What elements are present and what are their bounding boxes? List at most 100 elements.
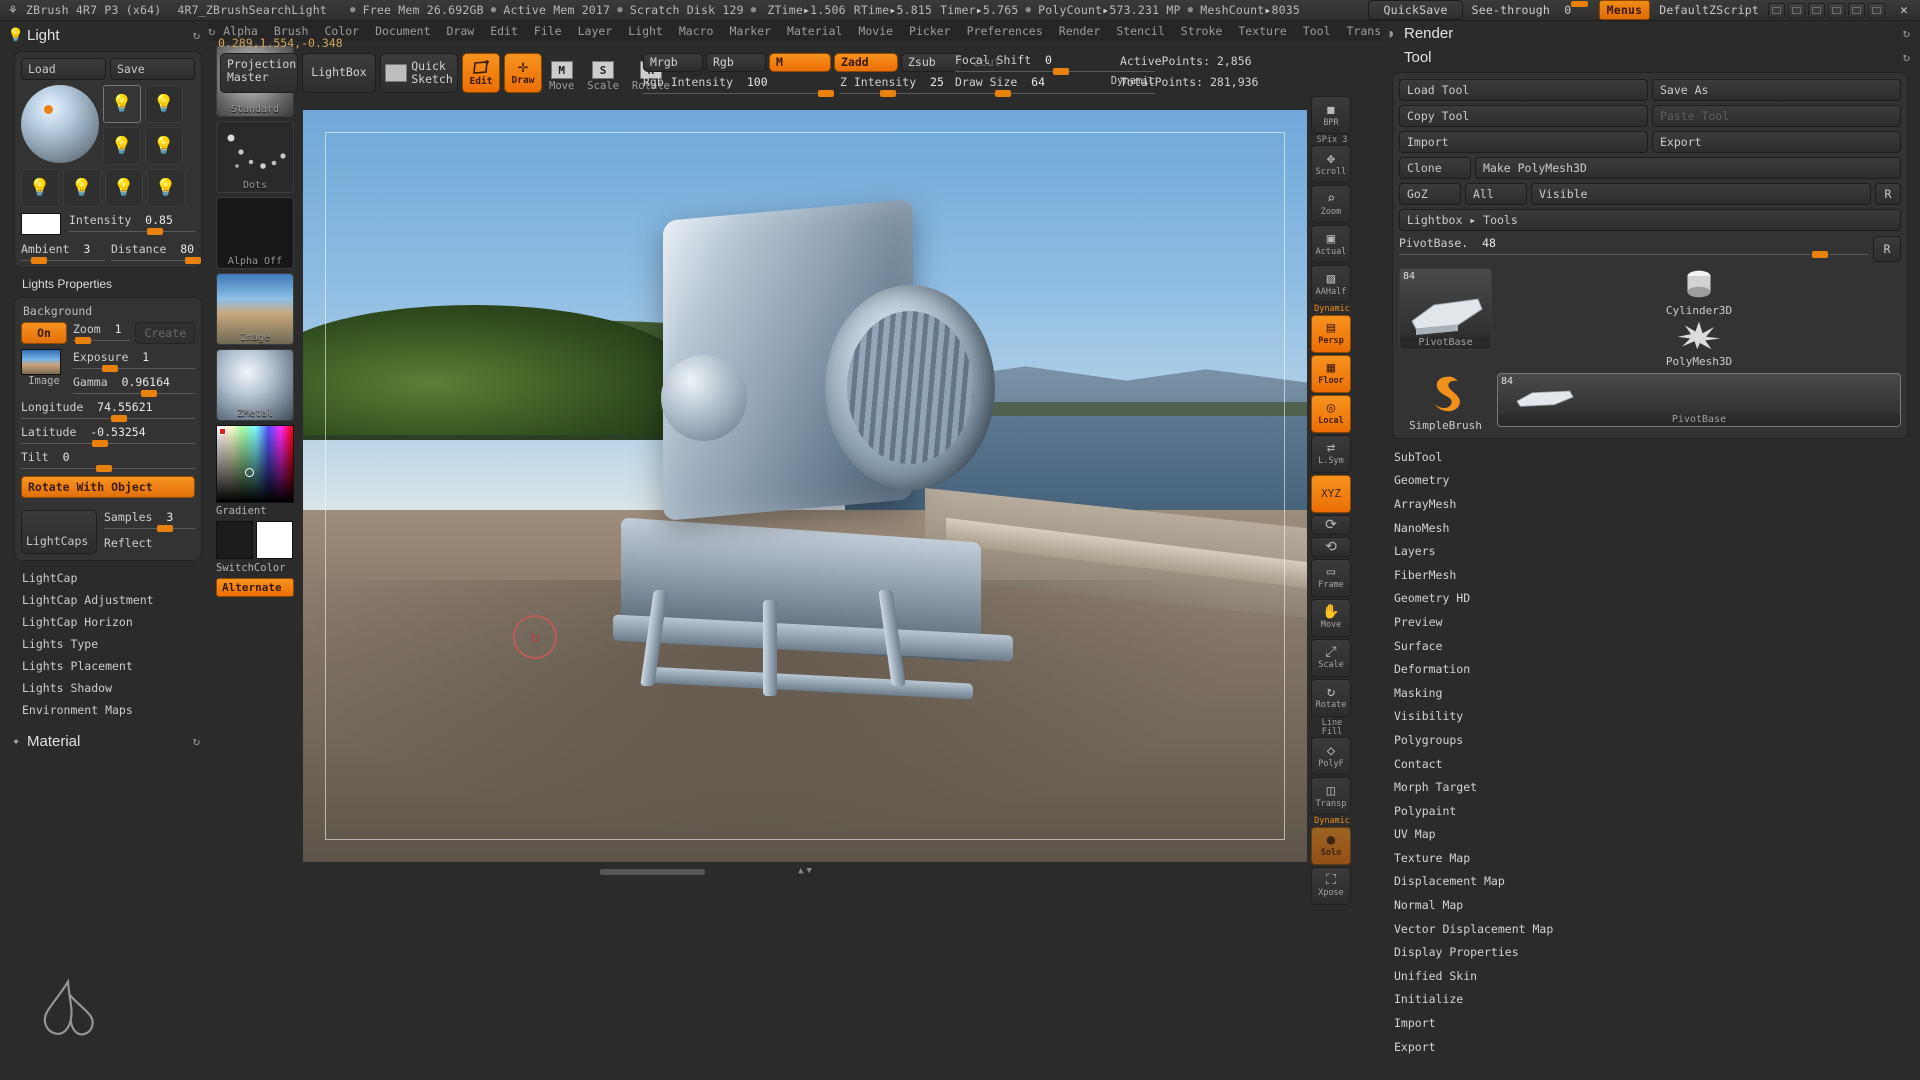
zsub-button[interactable]: Zsub	[901, 53, 963, 72]
actual-button[interactable]: ▣ Actual	[1311, 225, 1351, 264]
submenu-texture-map[interactable]: Texture Map	[1394, 846, 1920, 870]
exposure-slider[interactable]: Exposure 1	[73, 350, 195, 372]
menu-preferences[interactable]: Preferences	[959, 22, 1051, 40]
axis-button-1[interactable]: ⟳	[1311, 514, 1351, 535]
visible-r-button[interactable]: R	[1875, 183, 1901, 205]
load-tool-button[interactable]: Load Tool	[1399, 79, 1648, 101]
longitude-track[interactable]	[21, 415, 195, 422]
latitude-track[interactable]	[21, 440, 195, 447]
render-reset-icon[interactable]: ↻	[1903, 26, 1910, 40]
render-palette-header[interactable]: ◗ Render ↻	[1382, 21, 1920, 45]
menu-stroke[interactable]: Stroke	[1173, 22, 1231, 40]
see-through-knob[interactable]	[1571, 1, 1589, 7]
save-light-button[interactable]: Save	[110, 58, 195, 80]
submenu-lightcap-horizon[interactable]: LightCap Horizon	[22, 611, 208, 633]
exposure-track[interactable]	[73, 365, 195, 372]
scale-tool[interactable]: S Scale	[587, 61, 619, 92]
dynamic-nav-label-2[interactable]: Dynamic	[1311, 817, 1353, 827]
submenu-displacement-map[interactable]: Displacement Map	[1394, 870, 1920, 894]
light-slot-8[interactable]: 💡	[147, 169, 185, 207]
rgb-intensity-track[interactable]	[643, 90, 834, 97]
menu-layer[interactable]: Layer	[570, 22, 621, 40]
intensity-slider[interactable]: Intensity 0.85	[69, 213, 195, 235]
dynamic-nav-label[interactable]: Dynamic	[1311, 304, 1353, 314]
light-color-swatch[interactable]	[21, 213, 61, 235]
zadd-button[interactable]: Zadd	[834, 53, 898, 72]
submenu-visibility[interactable]: Visibility	[1394, 705, 1920, 729]
submenu-environment-maps[interactable]: Environment Maps	[22, 699, 208, 721]
submenu-polygroups[interactable]: Polygroups	[1394, 728, 1920, 752]
light-slot-7[interactable]: 💡	[105, 169, 143, 207]
sculpt-model[interactable]	[603, 170, 1033, 810]
submenu-masking[interactable]: Masking	[1394, 681, 1920, 705]
light-slot-4[interactable]: 💡	[145, 127, 183, 165]
scroll-down-icon[interactable]: ▼	[807, 866, 812, 876]
gamma-knob[interactable]	[141, 390, 158, 397]
pivotbase-track[interactable]	[1399, 251, 1868, 258]
submenu-lights-type[interactable]: Lights Type	[22, 633, 208, 655]
submenu-geometry-hd[interactable]: Geometry HD	[1394, 587, 1920, 611]
transp-button[interactable]: ◫ Transp	[1311, 777, 1351, 816]
latitude-slider[interactable]: Latitude -0.53254	[21, 425, 195, 447]
rgb-intensity-slider[interactable]: Rgb Intensity 100	[643, 75, 834, 97]
background-image-thumb[interactable]	[21, 349, 61, 375]
alternate-button[interactable]: Alternate	[216, 578, 294, 597]
light-slot-2[interactable]: 💡	[145, 85, 183, 123]
samples-track[interactable]	[104, 525, 195, 532]
menu-macro[interactable]: Macro	[671, 22, 722, 40]
clone-button[interactable]: Clone	[1399, 157, 1471, 179]
make-polymesh3d-button[interactable]: Make PolyMesh3D	[1475, 157, 1901, 179]
load-light-button[interactable]: Load	[21, 58, 106, 80]
quicksave-button[interactable]: QuickSave	[1368, 0, 1463, 20]
axis-button-2[interactable]: ⟲	[1311, 536, 1351, 557]
local-button[interactable]: ◎ Local	[1311, 394, 1351, 433]
lightbox-button[interactable]: LightBox	[302, 53, 376, 93]
menu-draw[interactable]: Draw	[439, 22, 483, 40]
menu-movie[interactable]: Movie	[850, 22, 901, 40]
submenu-morph-target[interactable]: Morph Target	[1394, 775, 1920, 799]
projection-master-button[interactable]: Projection Master	[220, 53, 298, 93]
tool-thumb-pivotbase[interactable]: 84 PivotBase	[1497, 373, 1901, 427]
submenu-normal-map[interactable]: Normal Map	[1394, 893, 1920, 917]
samples-knob[interactable]	[156, 525, 173, 532]
pivotbase-knob[interactable]	[1811, 251, 1828, 258]
light-slot-3[interactable]: 💡	[103, 127, 141, 165]
polyf-button[interactable]: ◇ PolyF	[1311, 737, 1351, 776]
stroke-dots-thumb[interactable]: Dots	[216, 121, 294, 193]
longitude-slider[interactable]: Longitude 74.55621	[21, 400, 195, 422]
columns-icon[interactable]	[1827, 2, 1845, 18]
bpr-button[interactable]: ◼ BPR	[1311, 96, 1351, 134]
latitude-knob[interactable]	[92, 440, 109, 447]
submenu-surface[interactable]: Surface	[1394, 634, 1920, 658]
submenu-lightcap[interactable]: LightCap	[22, 567, 208, 589]
menus-button[interactable]: Menus	[1598, 0, 1651, 20]
scale-nav-button[interactable]: ⤢ Scale	[1311, 638, 1351, 677]
bg-zoom-knob[interactable]	[75, 337, 92, 344]
focal-shift-knob[interactable]	[1053, 68, 1069, 75]
secondary-color-swatch[interactable]	[256, 521, 293, 559]
light-slot-5[interactable]: 💡	[21, 169, 59, 207]
gamma-track[interactable]	[73, 390, 195, 397]
submenu-subtool[interactable]: SubTool	[1394, 445, 1920, 469]
submenu-lights-shadow[interactable]: Lights Shadow	[22, 677, 208, 699]
spix-label[interactable]: SPix 3	[1311, 135, 1353, 145]
tilt-track[interactable]	[21, 465, 195, 472]
z-intensity-knob[interactable]	[879, 90, 896, 97]
menu-render[interactable]: Render	[1051, 22, 1109, 40]
menu-edit[interactable]: Edit	[482, 22, 526, 40]
light-preview-sphere[interactable]	[21, 85, 99, 163]
submenu-initialize[interactable]: Initialize	[1394, 988, 1920, 1012]
refresh-icon[interactable]: ↻	[208, 24, 215, 38]
move-tool[interactable]: M Move	[549, 61, 574, 92]
submenu-vector-displacement-map[interactable]: Vector Displacement Map	[1394, 917, 1920, 941]
save-as-button[interactable]: Save As	[1652, 79, 1901, 101]
focal-shift-track[interactable]	[955, 68, 1155, 75]
ambient-slider[interactable]: Ambient 3	[21, 242, 105, 264]
submenu-nanomesh[interactable]: NanoMesh	[1394, 516, 1920, 540]
light-slot-1[interactable]: 💡	[103, 85, 141, 123]
create-background-button[interactable]: Create	[135, 322, 195, 344]
draw-size-knob[interactable]	[995, 90, 1011, 97]
import-tool-button[interactable]: Import	[1399, 131, 1648, 153]
rotate-nav-button[interactable]: ↻ Rotate	[1311, 678, 1351, 717]
persp-button[interactable]: ▤ Persp	[1311, 314, 1351, 353]
